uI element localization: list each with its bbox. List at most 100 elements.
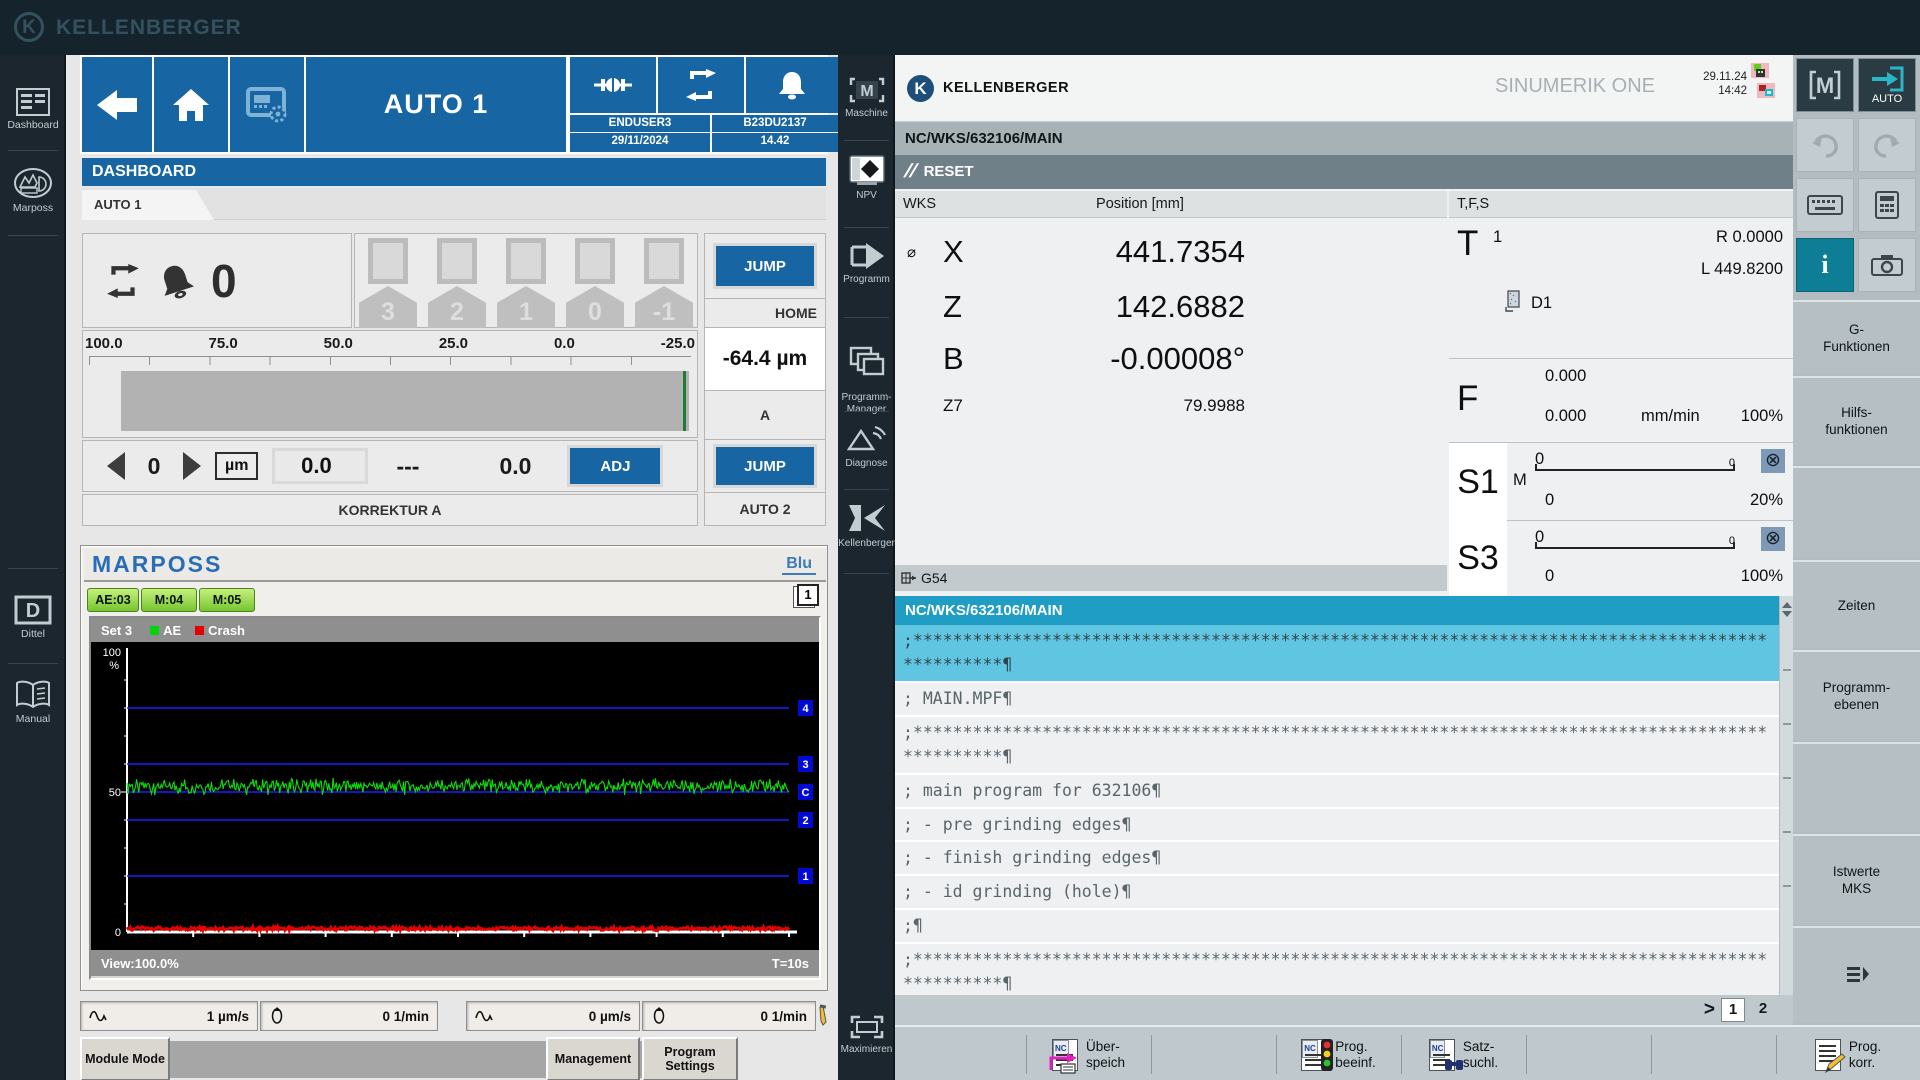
program-settings-button[interactable]: Program Settings: [642, 1037, 738, 1080]
camera-button[interactable]: [1858, 238, 1916, 292]
jump-home-button[interactable]: JUMP: [713, 243, 817, 289]
next-page-arrow[interactable]: >: [1704, 999, 1715, 1021]
sidebar-item-manual[interactable]: Manual: [0, 680, 66, 725]
undo-button[interactable]: [1796, 118, 1854, 172]
decrement-button[interactable]: [107, 452, 125, 480]
home-label-cell: HOME: [704, 298, 826, 328]
softkey-menu-more[interactable]: [1793, 926, 1920, 1023]
maximize-icon: [848, 1013, 886, 1041]
management-button[interactable]: Management: [546, 1037, 640, 1080]
prog-korr-icon: [1815, 1039, 1841, 1071]
softkey-programmebenen[interactable]: Programm- ebenen: [1793, 650, 1920, 740]
code-line[interactable]: ; - pre grinding edges¶: [895, 809, 1779, 843]
mode-title-button[interactable]: AUTO 1: [306, 57, 566, 152]
code-line[interactable]: ; - id grinding (hole)¶: [895, 876, 1779, 910]
softkey-overstore[interactable]: NC Über- speich: [1026, 1027, 1151, 1080]
rpm-cell-1[interactable]: 0 1/min: [260, 1001, 438, 1031]
dresser-button[interactable]: [570, 57, 656, 113]
softkey-zeiten[interactable]: Zeiten: [1793, 560, 1920, 648]
adj-button[interactable]: ADJ: [567, 445, 663, 487]
nav-programm-manager[interactable]: Programm- Manager: [838, 333, 895, 416]
nav-label: Programm: [843, 274, 890, 285]
feed-block: F 0.000 0.000 mm/min 100%: [1449, 359, 1793, 443]
softkey-istwerte-mks[interactable]: Istwerte MKS: [1793, 834, 1920, 924]
m-04-button[interactable]: M:04: [141, 588, 197, 612]
sidebar-item-dittel[interactable]: D Dittel: [0, 595, 66, 640]
softkey-prog-beeinf[interactable]: NC Prog. beeinf.: [1276, 1027, 1401, 1080]
sidebar-item-dashboard[interactable]: Dashboard: [0, 88, 66, 131]
s1-mode: M: [1513, 471, 1527, 490]
feedrate-cell-1[interactable]: 1 µm/s: [80, 1001, 258, 1031]
auto-mode-button[interactable]: AUTO: [1858, 58, 1916, 112]
rpm-cell-2[interactable]: 0 1/min: [642, 1001, 816, 1031]
dresser-icon: [593, 73, 633, 97]
home-button[interactable]: [154, 57, 228, 152]
nav-maximieren[interactable]: Maximieren: [838, 1013, 895, 1056]
code-line[interactable]: ;***************************************…: [895, 625, 1779, 683]
svg-text:%: %: [109, 660, 119, 672]
m-05-button[interactable]: M:05: [199, 588, 255, 612]
t-label: T: [1457, 224, 1478, 264]
breadcrumb-tab[interactable]: AUTO 1: [82, 190, 214, 220]
alarm-button[interactable]: [746, 57, 838, 113]
ae-03-button[interactable]: AE:03: [87, 588, 139, 612]
cycle-icon: [105, 264, 141, 298]
auto-label: AUTO: [1872, 93, 1902, 105]
d-number: D1: [1531, 294, 1552, 313]
s1-actual: 0: [1545, 491, 1554, 510]
alarm-counter: 0: [211, 254, 237, 308]
feedrate-cell-2[interactable]: 0 µm/s: [466, 1001, 640, 1031]
feed-override: 100%: [1741, 407, 1783, 426]
machine-area-button[interactable]: M: [1796, 58, 1854, 112]
nav-npv[interactable]: NPV: [838, 153, 895, 202]
code-line[interactable]: ;***************************************…: [895, 944, 1779, 995]
nav-diagnose[interactable]: Diagnose: [838, 423, 895, 470]
sidebar-item-marposs[interactable]: Marposs: [0, 167, 66, 214]
scroll-down-icon[interactable]: [1782, 611, 1792, 617]
sidebar-separator: [8, 235, 58, 236]
increment-button[interactable]: [183, 452, 201, 480]
softkey-empty-2[interactable]: [1793, 742, 1920, 832]
softkey-g-funktionen[interactable]: G- Funktionen: [1793, 300, 1920, 374]
softkey-satz-suchl[interactable]: NC Satz- suchl.: [1401, 1027, 1526, 1080]
nc-blocksearch-icon: NC: [1429, 1039, 1455, 1071]
page-1[interactable]: 1: [1721, 998, 1745, 1022]
feedrate-value: 0 µm/s: [589, 1009, 631, 1024]
s3-actual: 0: [1545, 567, 1554, 586]
scroll-up-icon[interactable]: [1782, 602, 1792, 608]
bottom-softkey-bar: NC Über- speich NC Prog. beeinf. NC Satz…: [895, 1025, 1920, 1080]
sidebar-separator: [8, 663, 58, 664]
rpm-value: 0 1/min: [760, 1009, 807, 1024]
top-header: K KELLENBERGER: [0, 0, 1920, 55]
part-counter-button[interactable]: [658, 57, 744, 113]
code-line[interactable]: ;***************************************…: [895, 717, 1779, 775]
calculator-button[interactable]: [1858, 178, 1916, 232]
softkey-prog-korr[interactable]: Prog. korr.: [1776, 1027, 1920, 1080]
unit-box[interactable]: µm: [215, 452, 258, 480]
page-2[interactable]: 2: [1751, 998, 1775, 1022]
nav-programm[interactable]: Programm: [838, 241, 895, 286]
editor-scrollbar[interactable]: [1779, 596, 1793, 995]
code-line[interactable]: ; MAIN.MPF¶: [895, 683, 1779, 717]
code-line[interactable]: ; - finish grinding edges¶: [895, 842, 1779, 876]
keyboard-button[interactable]: [1796, 178, 1854, 232]
correction-input[interactable]: 0.0: [272, 448, 368, 484]
code-line[interactable]: ; main program for 632106¶: [895, 775, 1779, 809]
redo-button[interactable]: [1858, 118, 1916, 172]
info-button[interactable]: i: [1796, 238, 1854, 292]
jump-auto2-button[interactable]: JUMP: [713, 444, 817, 488]
nav-kellenberger[interactable]: Kellenberger: [838, 501, 895, 550]
softkey-empty-1[interactable]: [1793, 466, 1920, 558]
program-editor[interactable]: ;***************************************…: [895, 625, 1779, 995]
edit-pencil-icon[interactable]: [818, 1003, 834, 1027]
page-indicator[interactable]: 1: [797, 584, 819, 606]
machine-settings-button[interactable]: [230, 57, 304, 152]
softkey-hilfsfunktionen[interactable]: Hilfs- funktionen: [1793, 376, 1920, 464]
module-mode-button[interactable]: Module Mode: [80, 1037, 170, 1080]
kellenberger-k-icon: [847, 501, 887, 535]
code-line[interactable]: ;¶: [895, 910, 1779, 944]
nav-maschine[interactable]: M Maschine: [838, 75, 895, 120]
pagination-row: > 1 2: [895, 995, 1793, 1025]
progress-bar: [121, 371, 689, 431]
back-button[interactable]: [82, 57, 152, 152]
